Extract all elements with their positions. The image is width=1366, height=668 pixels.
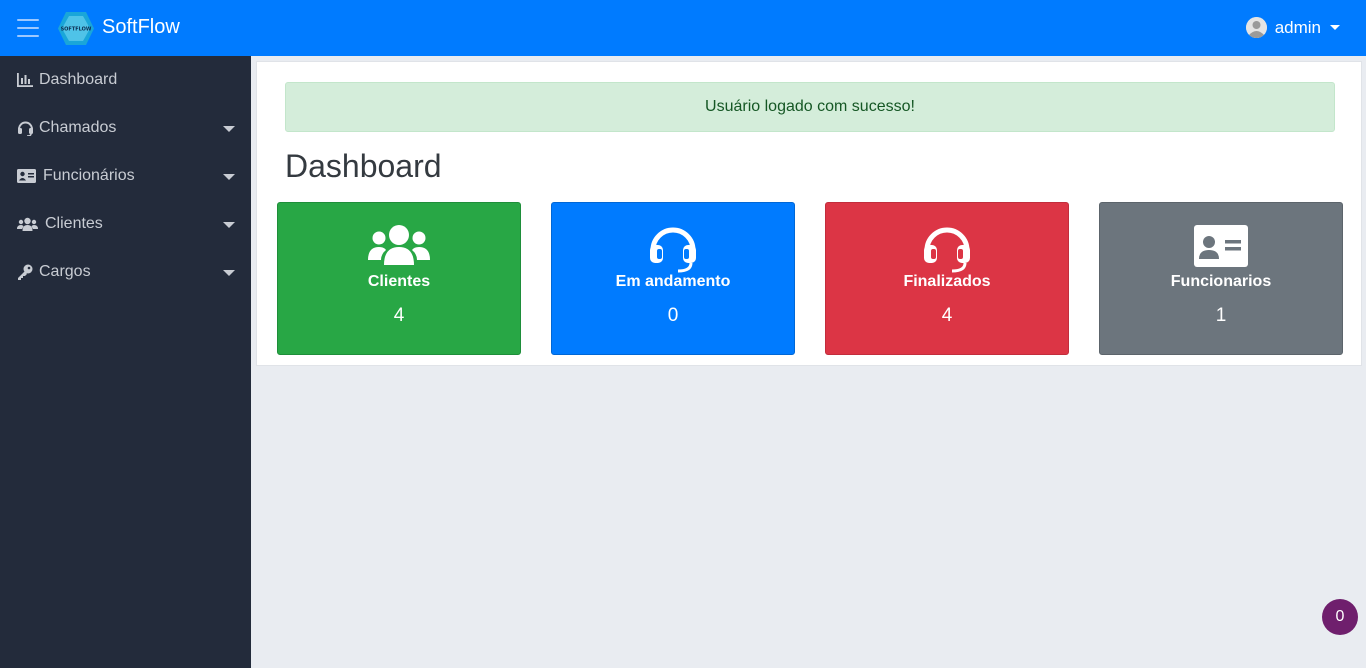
card-label: Clientes [367,273,431,290]
hamburger-menu-icon[interactable] [17,19,39,37]
top-navbar: SOFTFLOW SoftFlow admin [0,0,1366,56]
sidebar-item-chamados[interactable]: Chamados [0,104,251,152]
svg-text:SOFTFLOW: SOFTFLOW [61,27,92,33]
user-avatar-icon [1245,17,1267,38]
success-alert: Usuário logado com sucesso! [285,82,1335,132]
sidebar-item-label: Dashboard [39,71,118,88]
page-title: Dashboard [285,148,442,184]
sidebar-item-label: Cargos [39,263,91,280]
id-card-icon [17,168,39,184]
card-value: 4 [941,305,953,326]
caret-down-icon [223,270,235,276]
sidebar-item-cargos[interactable]: Cargos [0,248,251,296]
users-icon [17,216,41,232]
headset-icon [552,223,794,273]
card-value: 4 [393,305,405,326]
headset-icon [17,120,35,136]
sidebar-item-label: Clientes [45,215,103,232]
card-value: 0 [667,305,679,326]
caret-down-icon [223,174,235,180]
caret-down-icon [223,222,235,228]
card-label: Finalizados [903,273,991,290]
sidebar: Dashboard Chamados Funcionários Clientes… [0,56,251,668]
floating-counter-badge[interactable]: 0 [1322,599,1358,635]
sidebar-item-dashboard[interactable]: Dashboard [0,56,251,104]
card-label: Funcionarios [1170,273,1272,290]
sidebar-item-label: Chamados [39,119,117,136]
sidebar-item-label: Funcionários [43,167,135,184]
card-finalizados[interactable]: Finalizados 4 [825,202,1069,355]
chart-bar-icon [17,72,35,88]
sidebar-item-funcionarios[interactable]: Funcionários [0,152,251,200]
softflow-logo[interactable]: SOFTFLOW [57,11,95,46]
user-menu-dropdown[interactable]: admin [1245,17,1340,38]
dashboard-panel: Usuário logado com sucesso! Dashboard Cl… [256,61,1362,366]
sidebar-item-clientes[interactable]: Clientes [0,200,251,248]
card-label: Em andamento [615,273,731,290]
headset-icon [826,223,1068,273]
caret-down-icon [1330,25,1340,30]
user-name: admin [1274,17,1321,37]
key-icon [17,264,35,280]
card-value: 1 [1215,305,1227,326]
card-clientes[interactable]: Clientes 4 [277,202,521,355]
brand-name[interactable]: SoftFlow [102,16,180,39]
caret-down-icon [223,126,235,132]
id-card-icon [1100,223,1342,273]
card-funcionarios[interactable]: Funcionarios 1 [1099,202,1343,355]
users-icon [278,223,520,273]
card-em-andamento[interactable]: Em andamento 0 [551,202,795,355]
